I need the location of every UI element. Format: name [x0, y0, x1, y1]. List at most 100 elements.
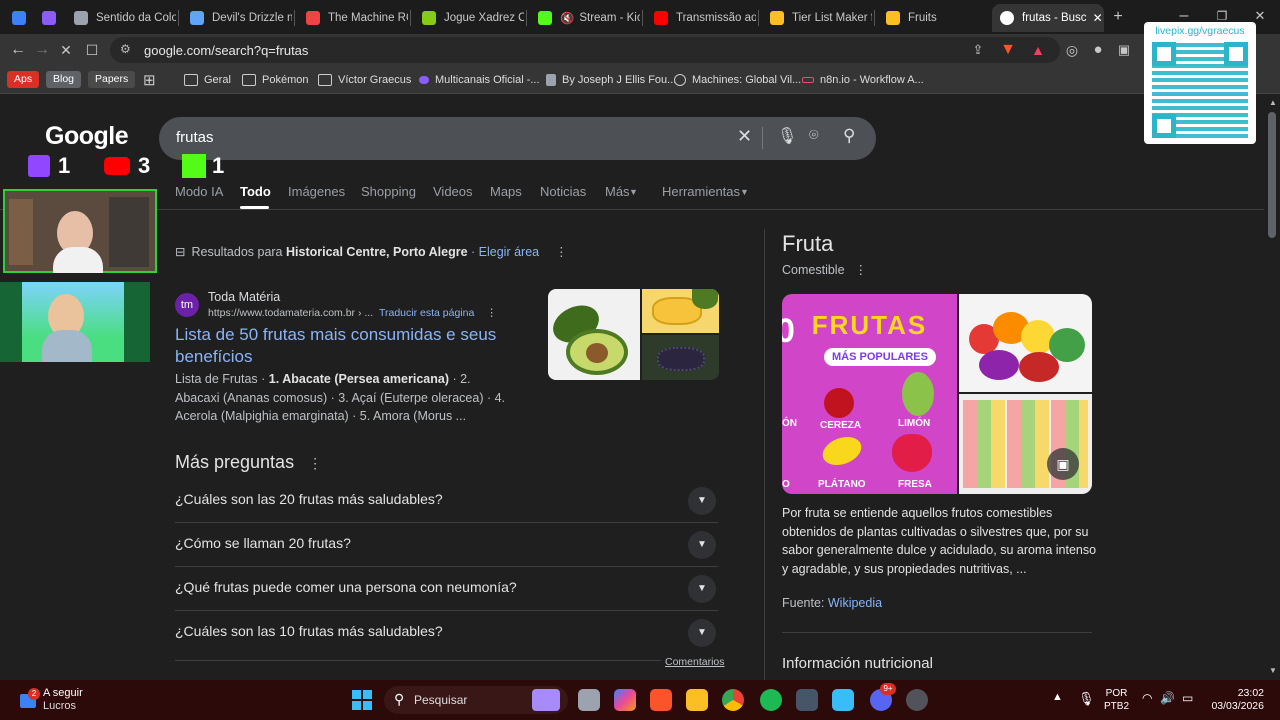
- tab-item[interactable]: Jogue Xadrez Or: [414, 4, 524, 32]
- chevron-down-icon[interactable]: ▼: [688, 531, 716, 559]
- battery-icon[interactable]: ▭: [1182, 691, 1193, 705]
- site-name[interactable]: Toda Matéria: [208, 290, 280, 304]
- bookmark-link[interactable]: By Joseph J Ellis Fou...: [546, 71, 676, 89]
- extensions-menu-icon[interactable]: ▣: [1114, 40, 1134, 60]
- search-icon[interactable]: ⚲: [843, 126, 855, 146]
- site-url[interactable]: https://www.todamateria.com.br › ...: [208, 307, 373, 319]
- feedback-link[interactable]: Comentarios: [661, 656, 725, 668]
- site-info-icon[interactable]: ⚙: [120, 42, 131, 56]
- notepad-icon[interactable]: [832, 689, 854, 711]
- tab-item[interactable]: Tier List Maker fo: [762, 4, 872, 32]
- paa-question[interactable]: ¿Cómo se llaman 20 frutas? ▼: [175, 523, 718, 567]
- address-bar[interactable]: ⚙ google.com/search?q=frutas: [110, 37, 1060, 63]
- tab-item[interactable]: 🔇 Stream - Kick: [530, 4, 640, 32]
- voice-search-icon[interactable]: 🎙: [777, 126, 797, 146]
- choose-area-link[interactable]: · Elegir área: [471, 245, 539, 259]
- mute-icon[interactable]: 🔇: [560, 11, 574, 25]
- paa-question[interactable]: ¿Cuáles son las 10 frutas más saludables…: [175, 611, 718, 655]
- scrollbar-thumb[interactable]: [1268, 112, 1276, 238]
- search-box[interactable]: frutas ✕ 🎙 ⌾ ⚲: [159, 117, 876, 160]
- spotify-icon[interactable]: [760, 689, 782, 711]
- bookmark-link[interactable]: Machines: Global Vil...: [674, 71, 801, 89]
- clear-search-icon[interactable]: ✕: [737, 126, 752, 147]
- more-options-icon[interactable]: ⋮: [486, 307, 497, 319]
- clock[interactable]: 23:02 03/03/2026: [1208, 687, 1264, 713]
- tab-maps[interactable]: Maps: [490, 184, 522, 199]
- tab-item[interactable]: Fruits: [878, 4, 988, 32]
- back-button[interactable]: ←: [8, 40, 28, 60]
- chevron-down-icon[interactable]: ▼: [688, 619, 716, 647]
- close-tab-icon[interactable]: ✕: [1093, 11, 1103, 25]
- new-tab-button[interactable]: +: [1108, 7, 1128, 27]
- tab-tools[interactable]: Herramientas: [662, 184, 740, 199]
- tray-overflow-icon[interactable]: ▲: [1052, 691, 1063, 703]
- tab-active[interactable]: frutas - Busc ✕: [992, 4, 1104, 32]
- tab-pinned-2[interactable]: [34, 4, 60, 32]
- kp-images[interactable]: FRUTAS 0 MÁS POPULARES CEREZA LIMÓN ÓN P…: [782, 294, 1092, 494]
- tab-more[interactable]: Más: [605, 184, 630, 199]
- scroll-up-icon[interactable]: ▲: [1269, 98, 1277, 107]
- scroll-down-icon[interactable]: ▼: [1269, 666, 1277, 675]
- more-options-icon[interactable]: ⋮: [555, 244, 568, 259]
- tab-pinned-1[interactable]: [4, 4, 30, 32]
- chevron-down-icon[interactable]: ▼: [688, 575, 716, 603]
- bookmark-folder[interactable]: Víctor Graecus: [318, 71, 411, 89]
- discord-icon[interactable]: 9+: [870, 683, 896, 711]
- brave-icon[interactable]: [650, 689, 672, 711]
- file-explorer-icon[interactable]: [686, 689, 708, 711]
- tab-images[interactable]: Imágenes: [288, 184, 345, 199]
- davinci-icon[interactable]: [796, 689, 818, 711]
- search-input[interactable]: frutas: [176, 129, 214, 146]
- chevron-down-icon[interactable]: ▼: [688, 487, 716, 515]
- copilot-icon[interactable]: [614, 689, 636, 711]
- bookmark-chip[interactable]: Blog: [46, 71, 82, 88]
- bookmark-folder[interactable]: Geral: [184, 71, 231, 89]
- share-icon[interactable]: ⇪: [968, 40, 988, 60]
- volume-icon[interactable]: 🔊: [1160, 691, 1175, 705]
- tab-item[interactable]: Transmissão ao v: [646, 4, 756, 32]
- extension-icon[interactable]: ●: [1088, 40, 1108, 60]
- brave-rewards-icon[interactable]: ▲: [1028, 40, 1048, 60]
- tab-ai-mode[interactable]: Modo IA: [175, 184, 223, 199]
- more-options-icon[interactable]: ⋮: [308, 455, 322, 471]
- result-images[interactable]: [548, 289, 719, 380]
- paa-question[interactable]: ¿Qué frutas puede comer una persona con …: [175, 567, 718, 611]
- language-indicator[interactable]: POR PTB2: [1104, 687, 1129, 713]
- tab-videos[interactable]: Videos: [433, 184, 473, 199]
- taskbar-search[interactable]: ⚲ Pesquisar: [384, 686, 568, 714]
- lens-icon[interactable]: ⌾: [809, 127, 819, 145]
- microphone-icon[interactable]: 🎙: [1078, 691, 1095, 707]
- wifi-icon[interactable]: ◠: [1142, 691, 1152, 705]
- weather-text[interactable]: A seguir Lucros: [43, 687, 83, 713]
- bookmark-chip[interactable]: Aps: [7, 71, 40, 88]
- chrome-icon[interactable]: [722, 689, 744, 711]
- paa-question[interactable]: ¿Cuáles son las 20 frutas más saludables…: [175, 479, 718, 523]
- site-favicon[interactable]: tm: [175, 293, 199, 317]
- kp-nutrition-heading[interactable]: Información nutricional: [782, 655, 933, 672]
- result-title-link[interactable]: Lista de 50 frutas mais consumidas e seu…: [175, 324, 515, 368]
- google-logo[interactable]: Google: [45, 122, 129, 151]
- tab-item[interactable]: Devil's Drizzle no: [182, 4, 292, 32]
- task-view-icon[interactable]: [578, 689, 600, 711]
- tab-news[interactable]: Noticias: [540, 184, 586, 199]
- bookmark-icon[interactable]: ☐: [82, 40, 102, 60]
- image-gallery-icon[interactable]: ▣: [1047, 448, 1079, 480]
- tab-all[interactable]: Todo: [240, 184, 271, 199]
- weather-widget[interactable]: 2: [16, 688, 40, 710]
- translate-link[interactable]: Traducir esta página: [379, 307, 474, 319]
- tab-item[interactable]: Sentido da Color: [66, 4, 176, 32]
- scrollbar[interactable]: ▲ ▼: [1264, 94, 1280, 680]
- bookmark-link[interactable]: n8n.io - Workflow A...: [802, 71, 924, 89]
- apps-grid-icon[interactable]: ⊞: [143, 71, 156, 89]
- tab-shopping[interactable]: Shopping: [361, 184, 416, 199]
- extension-icon[interactable]: ◎: [1062, 40, 1082, 60]
- wikipedia-link[interactable]: Wikipedia: [828, 596, 882, 610]
- obs-icon[interactable]: [906, 689, 928, 711]
- stop-loading-button[interactable]: ✕: [56, 40, 76, 60]
- start-button[interactable]: [352, 690, 372, 710]
- bookmark-link[interactable]: Multicanais Oficial -...: [419, 71, 540, 89]
- more-options-icon[interactable]: ⋮: [855, 263, 868, 277]
- brave-shield-icon[interactable]: ▼: [998, 40, 1018, 60]
- bookmark-folder[interactable]: Pokémon: [242, 71, 308, 89]
- tab-item[interactable]: The Machine RO: [298, 4, 408, 32]
